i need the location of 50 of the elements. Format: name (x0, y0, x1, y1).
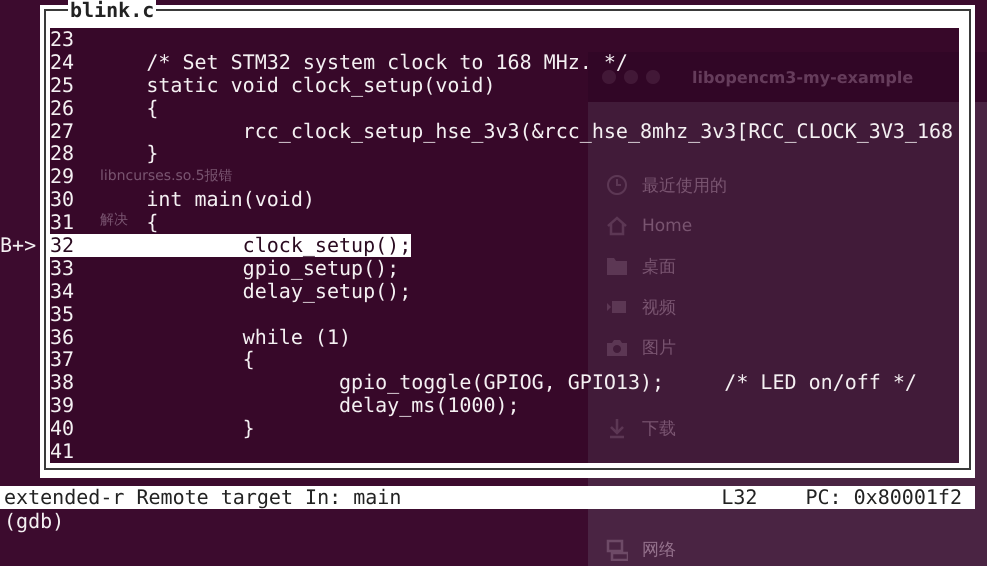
line-number: 29 (50, 165, 74, 188)
code-text: static void clock_setup(void) (146, 74, 496, 97)
line-number: 39 (50, 394, 74, 418)
clock-icon (606, 174, 628, 196)
folder-icon (606, 255, 628, 278)
line-number: 27 (50, 120, 74, 142)
line-number: 28 (50, 142, 74, 166)
line-number: 34 (50, 280, 74, 303)
sidebar-item[interactable]: Home (606, 206, 987, 246)
code-text: gpio_setup(); (242, 256, 400, 280)
code-text: { (146, 211, 158, 234)
code-text: delay_ms(1000); (338, 394, 520, 418)
home-icon (606, 214, 628, 237)
line-number: 25 (50, 74, 74, 97)
code-text: clock_setup(); (242, 234, 412, 257)
code-text: delay_setup(); (242, 280, 412, 303)
line-number: 32 (50, 234, 74, 257)
code-text: { (242, 348, 255, 372)
network-icon (606, 538, 628, 561)
sidebar-item[interactable]: 视频 (606, 286, 987, 328)
code-text: int main(void) (146, 188, 315, 212)
sidebar-item[interactable]: 图片 (606, 327, 987, 368)
code-text: rcc_clock_setup_hse_3v3(&rcc_hse_8mhz_3v3[RCC_CLOCK_3V3_168 (242, 120, 954, 142)
line-number: 37 (50, 348, 74, 372)
line-number: 26 (50, 96, 74, 120)
line-number: 36 (50, 326, 74, 348)
line-number: 40 (50, 417, 74, 440)
desktop-icon-label: libncurses.so.5报错 (100, 168, 232, 185)
code-text: /* Set STM32 system clock to 168 MHz. */ (146, 50, 628, 74)
program-counter: PC: 0x80001f2 (805, 486, 962, 509)
line-number: 41 (50, 440, 74, 463)
desktop-icon-label: 解决 (100, 212, 128, 229)
line-indicator: L32 (721, 486, 758, 509)
line-number: 24 (50, 50, 74, 74)
code-text: { (146, 96, 158, 120)
sidebar-item[interactable]: 下载 (606, 408, 987, 449)
breakpoint-marker: B+> (0, 234, 36, 257)
line-number: 23 (50, 28, 74, 51)
code-text: while (1) (242, 326, 352, 348)
target-status: extended-r Remote target In: main (4, 486, 402, 509)
line-number: 38 (50, 371, 74, 394)
sidebar-item[interactable]: 最近使用的 (606, 165, 987, 206)
line-number: 30 (50, 188, 74, 212)
line-number: 33 (50, 256, 74, 280)
sidebar-item[interactable]: 桌面 (606, 246, 987, 287)
code-text: gpio_toggle(GPIOG, GPIO13); /* LED on/off */ (338, 371, 917, 394)
line-number: 31 (50, 211, 74, 234)
code-text: } (146, 142, 158, 166)
line-number: 35 (50, 302, 74, 326)
code-text: } (242, 417, 255, 440)
